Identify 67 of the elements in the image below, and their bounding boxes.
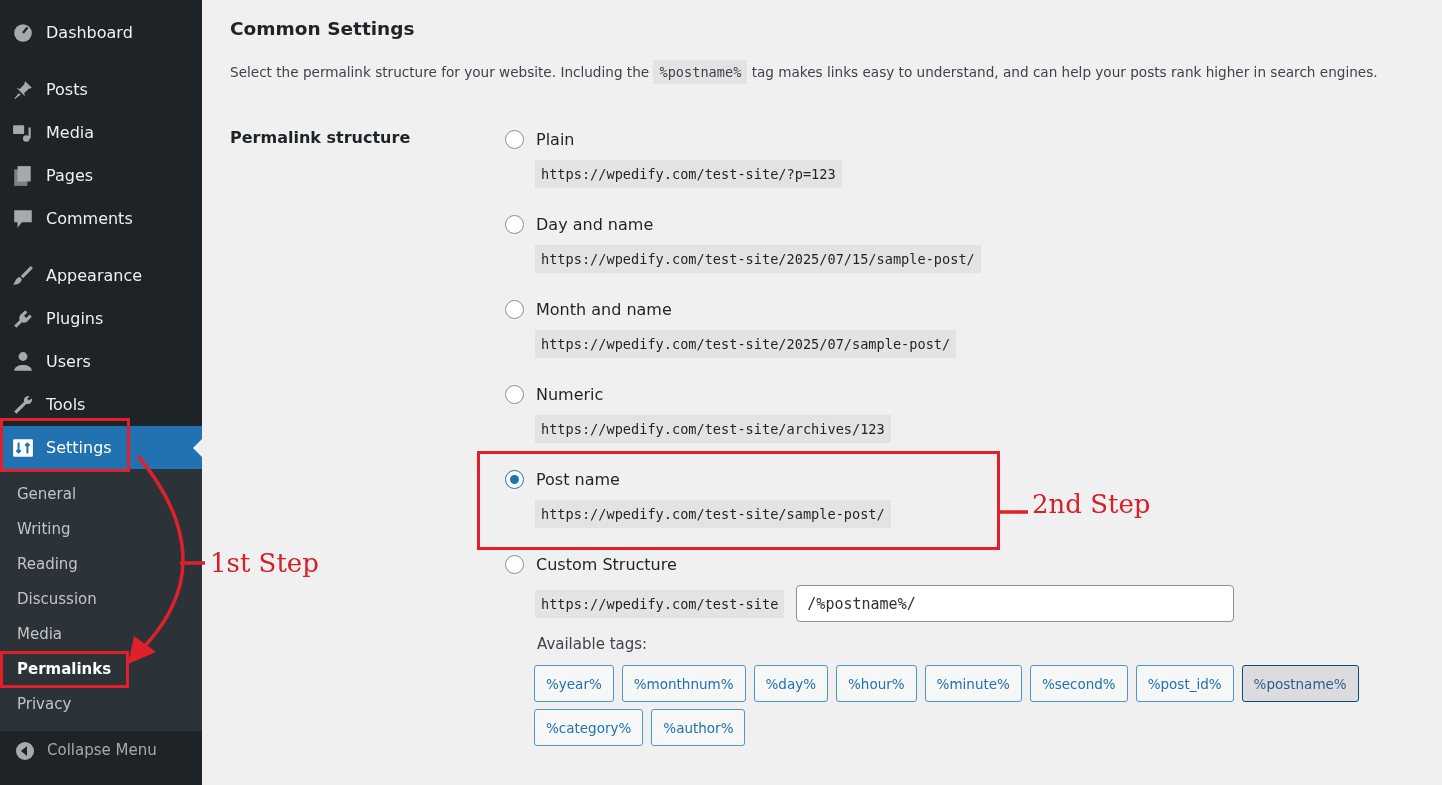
menu-item[interactable]: Plugins	[0, 297, 202, 340]
submenu-item[interactable]: General	[0, 477, 202, 512]
menu-icon	[12, 436, 34, 459]
radio-button[interactable]	[505, 554, 524, 574]
menu-icon	[12, 307, 34, 330]
collapse-icon[interactable]	[15, 741, 35, 761]
menu-icon	[12, 78, 34, 101]
tag-button[interactable]: %day%	[753, 665, 828, 702]
annotation-label: 2nd Step	[1032, 488, 1151, 521]
tag-button[interactable]: %post_id%	[1135, 665, 1234, 702]
submenu-item[interactable]: Writing	[0, 512, 202, 547]
tag-button[interactable]: %author%	[651, 709, 746, 746]
tag-button[interactable]: %minute%	[924, 665, 1022, 702]
submenu-item[interactable]: Media	[0, 617, 202, 652]
option-label: Plain	[536, 129, 575, 149]
radio-button[interactable]	[505, 214, 524, 234]
tag-button[interactable]: %second%	[1029, 665, 1128, 702]
tag-button[interactable]: %monthnum%	[621, 665, 746, 702]
url-example: https://wpedify.com/test-site/sample-post/	[535, 500, 891, 528]
description-text: tag makes links easy to understand, and can help your posts rank higher in search engines.	[751, 64, 1378, 80]
url-example: https://wpedify.com/test-site/archives/123	[535, 415, 891, 443]
url-example: https://wpedify.com/test-site/2025/07/sample-post/	[535, 330, 957, 358]
option-label: Day and name	[536, 214, 654, 234]
structure-input[interactable]: /%postname%/	[796, 585, 1235, 622]
menu-icon	[12, 350, 34, 373]
tag-button[interactable]: %postname%	[1241, 665, 1359, 702]
menu-item[interactable]: Comments	[0, 197, 202, 240]
menu-item[interactable]: Pages	[0, 154, 202, 197]
tag-button[interactable]: %hour%	[836, 665, 917, 702]
menu-icon	[12, 164, 34, 187]
menu-item[interactable]: Tools	[0, 383, 202, 426]
submenu-item[interactable]: Discussion	[0, 582, 202, 617]
menu-icon	[12, 21, 34, 44]
menu-icon	[12, 264, 34, 287]
submenu-item[interactable]: Privacy	[0, 687, 202, 722]
option-label: Month and name	[536, 299, 672, 319]
url-example: https://wpedify.com/test-site/?p=123	[535, 160, 842, 188]
menu-icon	[12, 207, 34, 230]
submenu-item[interactable]: Permalinks	[0, 652, 202, 687]
inline-code: %postname%	[653, 60, 748, 84]
submenu-item[interactable]: Reading	[0, 547, 202, 582]
tags-label: Available tags:	[537, 635, 649, 653]
radio-button[interactable]	[505, 129, 524, 149]
menu-item[interactable]: Media	[0, 111, 202, 154]
collapse-menu-link[interactable]: Collapse Menu	[47, 741, 157, 759]
field-label: Permalink structure	[230, 127, 412, 147]
leader-line	[1000, 510, 1028, 514]
menu-item[interactable]: Posts	[0, 68, 202, 111]
option-label: Custom Structure	[536, 554, 677, 574]
tag-button[interactable]: %year%	[534, 665, 614, 702]
annotation-label: 1st Step	[210, 547, 319, 580]
option-label: Post name	[536, 469, 620, 489]
description-text: Select the permalink structure for your website. Including the	[230, 64, 650, 80]
menu-item[interactable]: Users	[0, 340, 202, 383]
menu-icon	[12, 393, 34, 416]
menu-item[interactable]: Appearance	[0, 254, 202, 297]
radio-button[interactable]	[505, 299, 524, 319]
menu-item[interactable]: Dashboard	[0, 11, 202, 54]
leader-line	[180, 561, 205, 565]
menu-item[interactable]: Settings	[0, 426, 202, 469]
tag-button[interactable]: %category%	[534, 709, 644, 746]
option-label: Numeric	[536, 384, 604, 404]
url-example: https://wpedify.com/test-site/2025/07/15/sample-post/	[535, 245, 981, 273]
radio-button[interactable]	[505, 469, 524, 489]
url-prefix: https://wpedify.com/test-site	[535, 589, 785, 618]
radio-button[interactable]	[505, 384, 524, 404]
section-title: Common Settings	[230, 17, 416, 41]
